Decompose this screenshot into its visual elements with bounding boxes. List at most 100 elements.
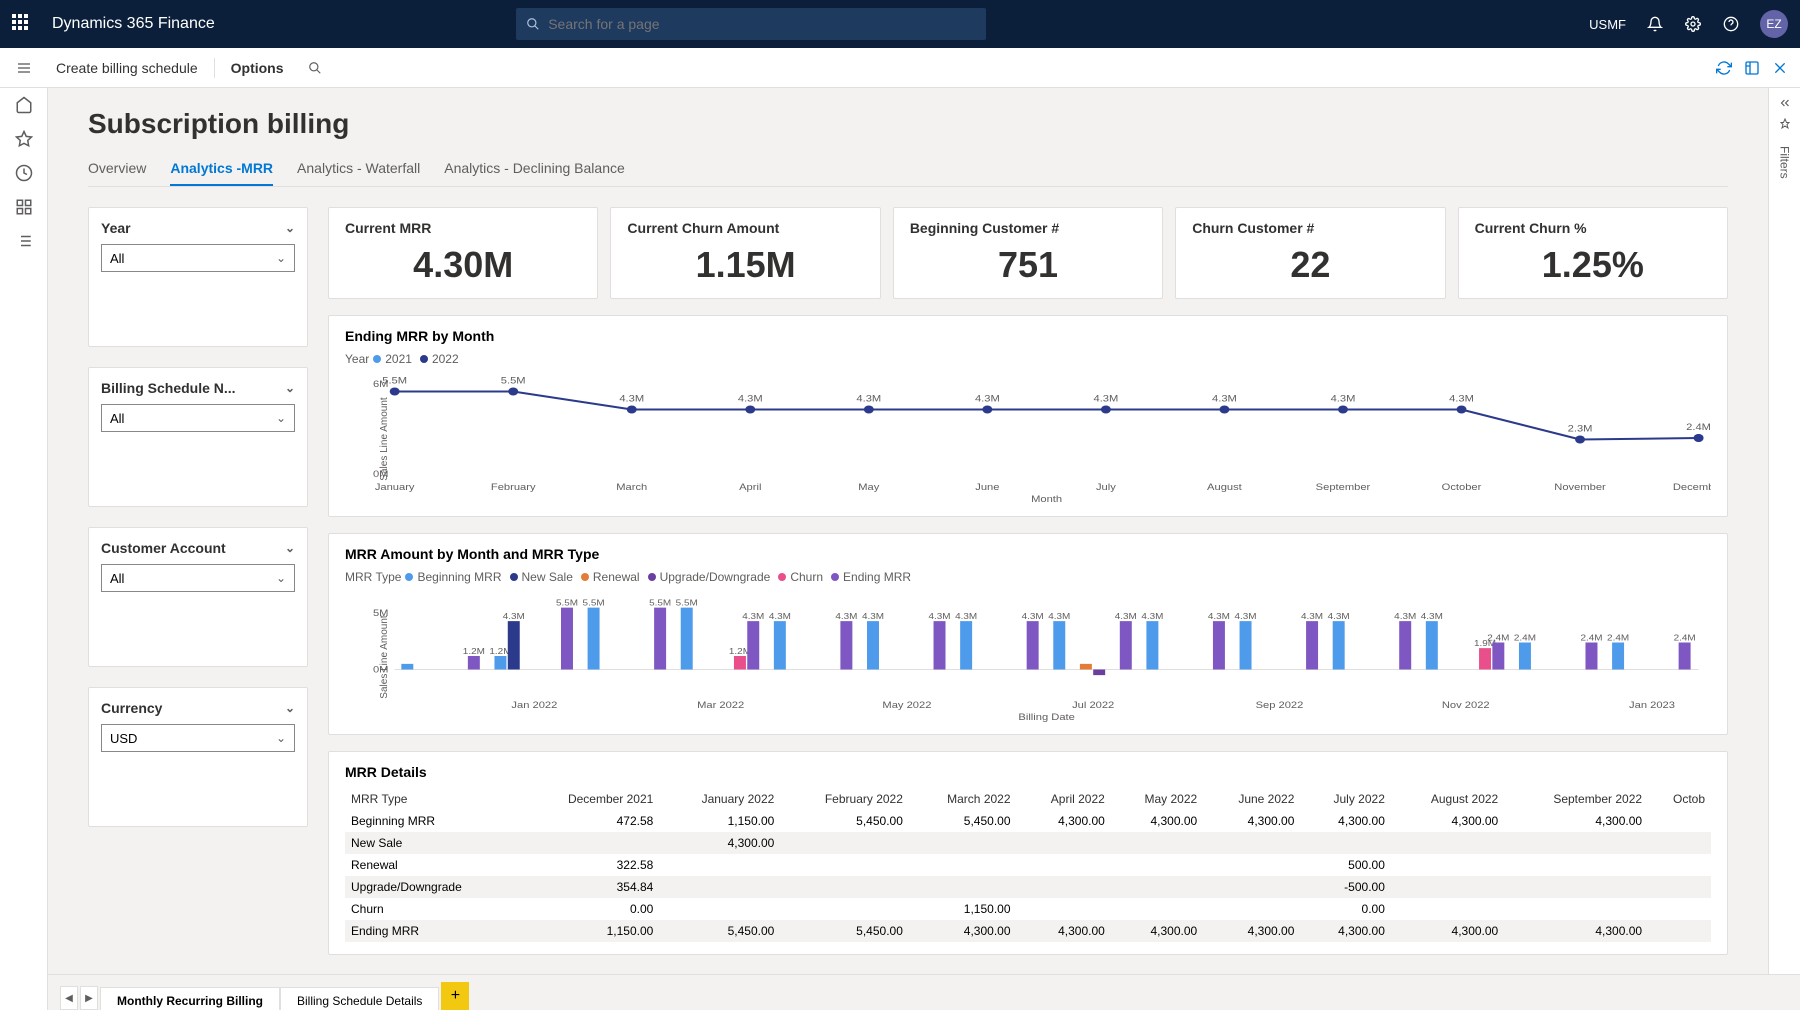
data-point[interactable]	[1338, 406, 1348, 414]
tab-analytics-waterfall[interactable]: Analytics - Waterfall	[297, 152, 420, 186]
bar[interactable]	[1213, 621, 1225, 669]
modules-icon[interactable]	[15, 232, 33, 250]
bar[interactable]	[681, 608, 693, 670]
bar[interactable]	[1492, 643, 1504, 670]
data-point[interactable]	[1219, 406, 1229, 414]
bar[interactable]	[1080, 664, 1092, 670]
bar[interactable]	[401, 664, 413, 670]
bottom-tab[interactable]: Monthly Recurring Billing	[100, 987, 280, 1010]
search-icon[interactable]	[308, 61, 322, 75]
pin-icon[interactable]	[1779, 118, 1791, 130]
bar[interactable]	[774, 621, 786, 669]
bar[interactable]	[1612, 643, 1624, 670]
table-row[interactable]: Renewal322.58500.00	[345, 854, 1711, 876]
col-header[interactable]: April 2022	[1017, 788, 1111, 810]
data-point[interactable]	[864, 406, 874, 414]
col-header[interactable]: September 2022	[1504, 788, 1648, 810]
search-box[interactable]	[516, 8, 986, 40]
tab-overview[interactable]: Overview	[88, 152, 146, 186]
legend-item[interactable]: Upgrade/Downgrade	[648, 570, 771, 584]
bar[interactable]	[494, 656, 506, 670]
legend-item[interactable]: 2022	[420, 352, 459, 366]
search-input[interactable]	[548, 16, 976, 32]
kpi-beginning-customer-[interactable]: Beginning Customer #751	[893, 207, 1163, 299]
bottom-tab[interactable]: Billing Schedule Details	[280, 987, 439, 1010]
filter-title[interactable]: Billing Schedule N...⌄	[101, 380, 295, 396]
home-icon[interactable]	[15, 96, 33, 114]
add-tab-button[interactable]: +	[441, 982, 469, 1010]
bar[interactable]	[1426, 621, 1438, 669]
data-point[interactable]	[508, 388, 518, 396]
hamburger-icon[interactable]	[16, 60, 32, 76]
legend-item[interactable]: Churn	[778, 570, 823, 584]
kpi-churn-customer-[interactable]: Churn Customer #22	[1175, 207, 1445, 299]
filter-select[interactable]: USD⌄	[101, 724, 295, 752]
filter-title[interactable]: Year⌄	[101, 220, 295, 236]
bar[interactable]	[1679, 643, 1691, 670]
legend-item[interactable]: 2021	[373, 352, 412, 366]
create-billing-button[interactable]: Create billing schedule	[48, 56, 206, 80]
col-header[interactable]: Octob	[1648, 788, 1711, 810]
bar[interactable]	[654, 608, 666, 670]
bar[interactable]	[1120, 621, 1132, 669]
bar[interactable]	[1306, 621, 1318, 669]
filter-title[interactable]: Customer Account⌄	[101, 540, 295, 556]
bar[interactable]	[468, 656, 480, 670]
refresh-icon[interactable]	[1716, 60, 1732, 76]
col-header[interactable]: March 2022	[909, 788, 1017, 810]
prev-tab-icon[interactable]: ◀	[60, 986, 78, 1010]
chart-body[interactable]: Sales Line Amount 6M0M5.5M5.5M4.3M4.3M4.…	[345, 374, 1711, 504]
company-label[interactable]: USMF	[1589, 17, 1626, 32]
bar[interactable]	[1585, 643, 1597, 670]
filters-label[interactable]: Filters	[1778, 146, 1792, 179]
help-icon[interactable]	[1722, 15, 1740, 33]
options-button[interactable]: Options	[223, 56, 292, 80]
kpi-current-churn-[interactable]: Current Churn %1.25%	[1458, 207, 1728, 299]
bar[interactable]	[734, 656, 746, 670]
data-point[interactable]	[1694, 434, 1704, 442]
data-point[interactable]	[1575, 436, 1585, 444]
bar[interactable]	[588, 608, 600, 670]
data-point[interactable]	[627, 406, 637, 414]
bar[interactable]	[1399, 621, 1411, 669]
popout-icon[interactable]	[1744, 60, 1760, 76]
avatar[interactable]: EZ	[1760, 10, 1788, 38]
bar[interactable]	[1240, 621, 1252, 669]
data-point[interactable]	[745, 406, 755, 414]
table-scroll[interactable]: MRR TypeDecember 2021January 2022Februar…	[345, 788, 1711, 942]
table-row[interactable]: Upgrade/Downgrade354.84-500.00	[345, 876, 1711, 898]
legend-item[interactable]: New Sale	[510, 570, 573, 584]
col-header[interactable]: January 2022	[659, 788, 780, 810]
data-point[interactable]	[1457, 406, 1467, 414]
table-row[interactable]: Beginning MRR472.581,150.005,450.005,450…	[345, 810, 1711, 832]
tab-analytics-declining-balance[interactable]: Analytics - Declining Balance	[444, 152, 625, 186]
table-row[interactable]: Churn0.001,150.000.00	[345, 898, 1711, 920]
col-header[interactable]: February 2022	[780, 788, 909, 810]
bar[interactable]	[960, 621, 972, 669]
next-tab-icon[interactable]: ▶	[80, 986, 98, 1010]
legend-item[interactable]: Renewal	[581, 570, 640, 584]
table-row[interactable]: Ending MRR1,150.005,450.005,450.004,300.…	[345, 920, 1711, 942]
bar[interactable]	[1333, 621, 1345, 669]
legend-item[interactable]: Beginning MRR	[405, 570, 501, 584]
col-header[interactable]: August 2022	[1391, 788, 1504, 810]
filter-select[interactable]: All⌄	[101, 404, 295, 432]
bell-icon[interactable]	[1646, 15, 1664, 33]
close-icon[interactable]	[1772, 60, 1788, 76]
gear-icon[interactable]	[1684, 15, 1702, 33]
col-header[interactable]: May 2022	[1111, 788, 1203, 810]
col-header[interactable]: December 2021	[520, 788, 659, 810]
bar[interactable]	[934, 621, 946, 669]
filter-select[interactable]: All⌄	[101, 564, 295, 592]
data-point[interactable]	[982, 406, 992, 414]
bar[interactable]	[1479, 648, 1491, 669]
bar[interactable]	[1093, 670, 1105, 676]
collapse-icon[interactable]	[1778, 96, 1792, 110]
col-header[interactable]: June 2022	[1203, 788, 1300, 810]
bar[interactable]	[1027, 621, 1039, 669]
kpi-current-mrr[interactable]: Current MRR4.30M	[328, 207, 598, 299]
bar[interactable]	[867, 621, 879, 669]
bar[interactable]	[508, 621, 520, 669]
clock-icon[interactable]	[15, 164, 33, 182]
tab-analytics-mrr[interactable]: Analytics -MRR	[170, 152, 273, 186]
